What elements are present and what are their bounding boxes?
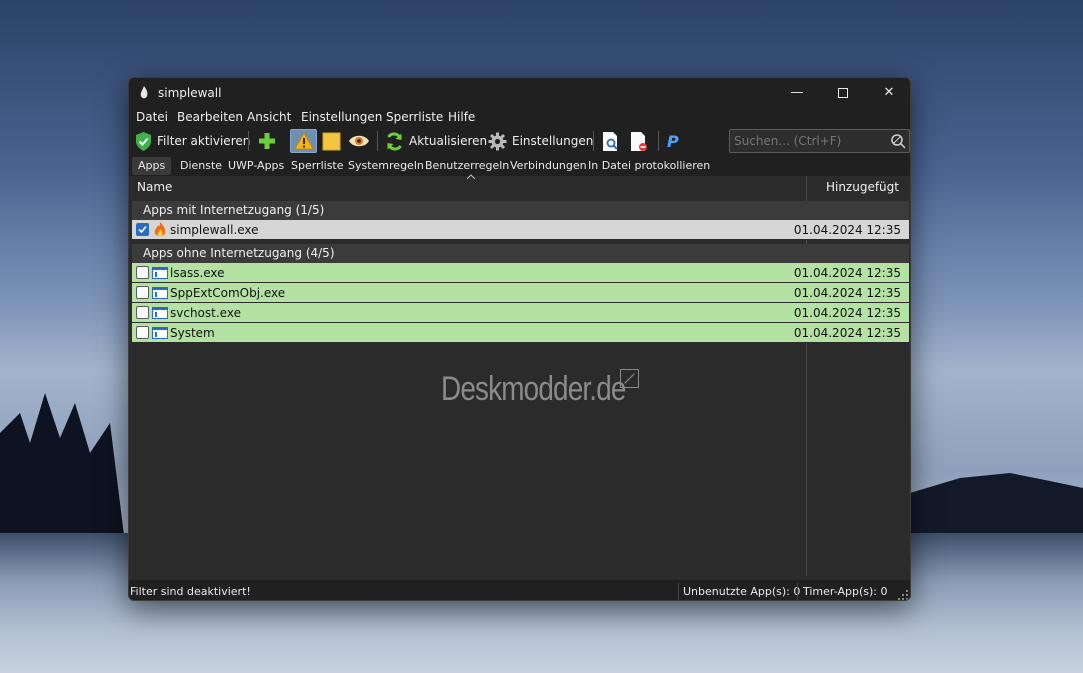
- view-toggle[interactable]: [348, 129, 370, 153]
- toolbar-separator: [248, 131, 249, 151]
- plus-icon: [259, 133, 275, 149]
- application-icon: [152, 307, 168, 319]
- tab-benutzerregeln[interactable]: Benutzerregeln: [419, 157, 515, 175]
- group-header-blocked[interactable]: Apps ohne Internetzugang (4/5): [132, 244, 909, 263]
- settings-button[interactable]: Einstellungen: [488, 129, 593, 153]
- tab-sperrliste[interactable]: Sperrliste: [285, 157, 350, 175]
- row-name: lsass.exe: [170, 266, 225, 280]
- document-remove-icon: [631, 131, 647, 151]
- resize-grip-icon[interactable]: [898, 590, 908, 600]
- search-input[interactable]: [734, 134, 884, 148]
- search-box[interactable]: [729, 129, 910, 153]
- tab-systemregeln[interactable]: Systemregeln: [342, 157, 430, 175]
- tab-apps[interactable]: Apps: [132, 157, 172, 175]
- status-filters: Filter sind deaktiviert!: [130, 585, 251, 598]
- menu-bar: Datei Bearbeiten Ansicht Einstellungen S…: [129, 108, 910, 128]
- checkmark-icon: [138, 225, 147, 234]
- row-date: 01.04.2024 12:35: [793, 286, 901, 300]
- watermark-logo-icon: [620, 369, 639, 388]
- sort-ascending-icon: [467, 174, 475, 180]
- app-window: simplewall — ✕ Datei Bearbeiten Ansicht …: [128, 77, 911, 601]
- refresh-icon: [387, 131, 402, 151]
- menu-ansicht[interactable]: Ansicht: [247, 110, 291, 124]
- refresh-label: Aktualisieren: [409, 134, 488, 148]
- menu-einstellungen[interactable]: Einstellungen: [301, 110, 382, 124]
- toolbar: Filter aktivieren Aktualisieren Einstell…: [129, 128, 910, 154]
- menu-hilfe[interactable]: Hilfe: [448, 110, 475, 124]
- row-name: svchost.exe: [170, 306, 241, 320]
- minimize-button[interactable]: —: [774, 78, 820, 108]
- warning-icon: [293, 132, 314, 150]
- table-row[interactable]: SppExtComObj.exe 01.04.2024 12:35: [132, 283, 909, 303]
- row-checkbox[interactable]: [136, 306, 149, 319]
- row-date: 01.04.2024 12:35: [793, 326, 901, 340]
- toolbar-separator: [377, 131, 378, 151]
- toolbar-separator: [658, 131, 659, 151]
- list-header: Name Hinzugefügt: [129, 176, 910, 200]
- menu-sperrliste[interactable]: Sperrliste: [386, 110, 443, 124]
- table-row[interactable]: simplewall.exe 01.04.2024 12:35: [132, 220, 909, 240]
- donate-button[interactable]: P: [667, 129, 679, 153]
- row-checkbox[interactable]: [136, 223, 149, 236]
- flame-icon: [154, 222, 166, 237]
- status-separator: [797, 583, 798, 600]
- menu-bearbeiten[interactable]: Bearbeiten: [177, 110, 243, 124]
- window-title: simplewall: [158, 86, 222, 100]
- tab-bar: Apps Dienste UWP-Apps Sperrliste Systemr…: [129, 154, 910, 176]
- app-list: Apps mit Internetzugang (1/5) simplewall…: [132, 201, 909, 343]
- row-checkbox[interactable]: [136, 266, 149, 279]
- tab-uwp-apps[interactable]: UWP-Apps: [222, 157, 290, 175]
- table-row[interactable]: lsass.exe 01.04.2024 12:35: [132, 263, 909, 283]
- eye-icon: [349, 135, 369, 147]
- table-row[interactable]: svchost.exe 01.04.2024 12:35: [132, 303, 909, 323]
- tab-dienste[interactable]: Dienste: [174, 157, 228, 175]
- notifications-toggle[interactable]: [290, 129, 317, 153]
- note-icon: [322, 132, 341, 150]
- application-icon: [152, 327, 168, 339]
- status-timer-apps: Timer-App(s): 0: [803, 585, 888, 598]
- row-name: simplewall.exe: [170, 223, 259, 237]
- application-icon: [152, 267, 168, 279]
- document-search-icon: [603, 131, 618, 151]
- search-icon: [891, 134, 906, 149]
- gear-icon: [488, 132, 507, 150]
- row-name: System: [170, 326, 215, 340]
- tab-in-datei-protokollieren[interactable]: In Datei protokollieren: [582, 157, 716, 175]
- maximize-icon: [838, 87, 848, 98]
- tab-verbindungen[interactable]: Verbindungen: [504, 157, 593, 175]
- application-icon: [152, 287, 168, 299]
- open-log-button[interactable]: [602, 129, 620, 153]
- refresh-button[interactable]: Aktualisieren: [385, 129, 487, 153]
- table-row[interactable]: System 01.04.2024 12:35: [132, 323, 909, 343]
- flame-icon: [140, 86, 148, 99]
- shield-check-icon: [136, 131, 151, 151]
- status-separator: [678, 583, 679, 600]
- title-bar[interactable]: simplewall — ✕: [129, 78, 910, 108]
- add-rule-button[interactable]: [257, 129, 277, 153]
- maximize-button[interactable]: [820, 78, 866, 108]
- clear-log-button[interactable]: [630, 129, 648, 153]
- enable-filters-label: Filter aktivieren: [157, 134, 251, 148]
- row-checkbox[interactable]: [136, 326, 149, 339]
- status-unused-apps: Unbenutzte App(s): 0: [683, 585, 801, 598]
- row-date: 01.04.2024 12:35: [793, 306, 901, 320]
- column-header-name[interactable]: Name: [137, 180, 172, 194]
- row-name: SppExtComObj.exe: [170, 286, 286, 300]
- status-bar: Filter sind deaktiviert! Unbenutzte App(…: [129, 580, 910, 600]
- enable-filters-button[interactable]: Filter aktivieren: [135, 129, 250, 153]
- close-icon: ✕: [883, 85, 895, 100]
- minimize-icon: —: [790, 85, 804, 100]
- row-date: 01.04.2024 12:35: [793, 223, 901, 237]
- paypal-icon: P: [667, 131, 679, 151]
- toolbar-separator: [593, 131, 594, 151]
- group-header-allowed[interactable]: Apps mit Internetzugang (1/5): [132, 201, 909, 220]
- close-button[interactable]: ✕: [866, 78, 910, 108]
- settings-label: Einstellungen: [512, 134, 594, 148]
- row-date: 01.04.2024 12:35: [793, 266, 901, 280]
- watermark-text: Deskmodder.de: [441, 370, 626, 408]
- log-toggle[interactable]: [322, 129, 341, 153]
- menu-datei[interactable]: Datei: [136, 110, 168, 124]
- row-checkbox[interactable]: [136, 286, 149, 299]
- column-header-added[interactable]: Hinzugefügt: [826, 180, 899, 194]
